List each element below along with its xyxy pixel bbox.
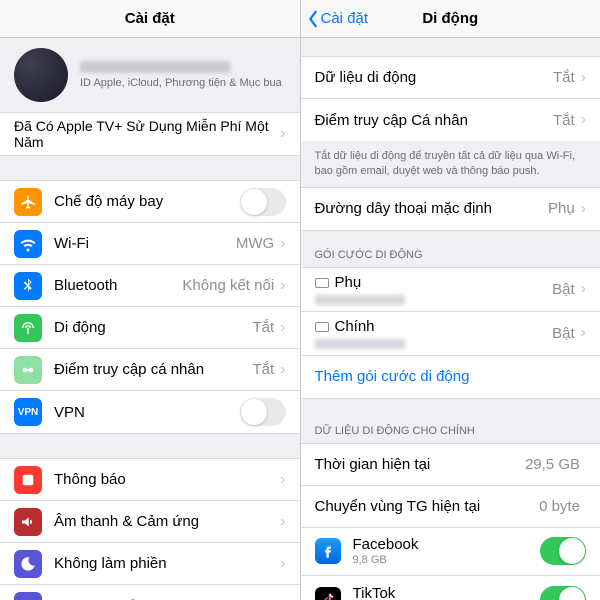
app-usage-facebook-row[interactable]: Facebook 9,8 GB: [301, 528, 600, 576]
bluetooth-value: Không kết nối: [182, 277, 274, 294]
tiktok-toggle[interactable]: [540, 586, 586, 600]
hotspot-icon: [14, 356, 42, 384]
settings-root-pane: Cài đặt ID Apple, iCloud, Phương tiện & …: [0, 0, 301, 600]
hourglass-icon: [14, 592, 42, 600]
bluetooth-row[interactable]: Bluetooth Không kết nối ›: [0, 265, 300, 307]
notifications-icon: [14, 466, 42, 494]
cellular-row[interactable]: Di động Tắt ›: [0, 307, 300, 349]
chevron-right-icon: ›: [280, 235, 285, 253]
airplane-toggle[interactable]: [240, 188, 286, 216]
chevron-right-icon: ›: [581, 111, 586, 129]
sim-icon: [315, 278, 329, 288]
cellular-data-row[interactable]: Dữ liệu di động Tắt ›: [301, 57, 600, 99]
cellular-footnote: Tắt dữ liệu di động để truyền tất cả dữ …: [301, 141, 600, 187]
tiktok-icon: [315, 587, 341, 600]
dnd-row[interactable]: Không làm phiền ›: [0, 543, 300, 585]
personal-hotspot-row[interactable]: Điểm truy cập Cá nhân Tắt ›: [301, 99, 600, 141]
appletv-promo-row[interactable]: Đã Có Apple TV+ Sử Dụng Miễn Phí Một Năm…: [0, 113, 300, 155]
chevron-right-icon: ›: [581, 324, 586, 342]
app-usage-tiktok-row[interactable]: TikTok 4,4 GB: [301, 576, 600, 600]
plans-section-title: GÓI CƯỚC DI ĐỘNG: [301, 231, 600, 267]
back-label: Cài đặt: [321, 10, 369, 27]
screentime-row[interactable]: Thời gian sử dụng ›: [0, 585, 300, 600]
sounds-row[interactable]: Âm thanh & Cảm ứng ›: [0, 501, 300, 543]
notifications-row[interactable]: Thông báo ›: [0, 459, 300, 501]
wifi-value: MWG: [236, 235, 274, 252]
chevron-right-icon: ›: [280, 319, 285, 337]
cellular-detail-pane: Cài đặt Di động Dữ liệu di động Tắt › Đi…: [301, 0, 600, 600]
current-period-row: Thời gian hiện tại 29,5 GB: [301, 444, 600, 486]
apple-id-row[interactable]: ID Apple, iCloud, Phương tiện & Mục bua: [0, 38, 300, 112]
plan-carrier-redacted: [315, 295, 405, 305]
chevron-right-icon: ›: [581, 200, 586, 218]
facebook-icon: [315, 538, 341, 564]
back-button[interactable]: Cài đặt: [307, 10, 369, 28]
right-header: Cài đặt Di động: [301, 0, 600, 38]
cellular-value: Tắt: [252, 319, 274, 336]
chevron-right-icon: ›: [280, 513, 285, 531]
plan-carrier-redacted: [315, 339, 405, 349]
chevron-right-icon: ›: [280, 361, 285, 379]
sim-icon: [315, 322, 329, 332]
roaming-period-row: Chuyển vùng TG hiện tại 0 byte: [301, 486, 600, 528]
vpn-toggle[interactable]: [240, 398, 286, 426]
wifi-row[interactable]: Wi-Fi MWG ›: [0, 223, 300, 265]
left-header: Cài đặt: [0, 0, 300, 38]
moon-icon: [14, 550, 42, 578]
add-cellular-plan-row[interactable]: Thêm gói cước di động: [301, 356, 600, 398]
facebook-toggle[interactable]: [540, 537, 586, 565]
chevron-right-icon: ›: [280, 125, 285, 143]
default-voice-line-row[interactable]: Đường dây thoại mặc định Phụ ›: [301, 188, 600, 230]
hotspot-value: Tắt: [252, 361, 274, 378]
apple-id-subtitle: ID Apple, iCloud, Phương tiện & Mục bua: [80, 77, 282, 89]
vpn-row[interactable]: VPN VPN: [0, 391, 300, 433]
airplane-icon: [14, 188, 42, 216]
plan-primary-row[interactable]: Chính Bật ›: [301, 312, 600, 356]
apple-id-name: [80, 61, 230, 73]
wifi-icon: [14, 230, 42, 258]
bluetooth-icon: [14, 272, 42, 300]
left-title: Cài đặt: [125, 10, 175, 27]
chevron-right-icon: ›: [581, 69, 586, 87]
hotspot-row[interactable]: Điểm truy cập cá nhân Tắt ›: [0, 349, 300, 391]
avatar: [14, 48, 68, 102]
chevron-right-icon: ›: [280, 277, 285, 295]
usage-section-title: DỮ LIỆU DI ĐỘNG CHO CHÍNH: [301, 399, 600, 443]
plan-secondary-row[interactable]: Phụ Bật ›: [301, 268, 600, 312]
right-title: Di động: [422, 10, 478, 27]
chevron-right-icon: ›: [280, 471, 285, 489]
airplane-mode-row[interactable]: Chế độ máy bay: [0, 181, 300, 223]
cellular-icon: [14, 314, 42, 342]
chevron-right-icon: ›: [280, 555, 285, 573]
vpn-icon: VPN: [14, 398, 42, 426]
chevron-right-icon: ›: [581, 280, 586, 298]
sounds-icon: [14, 508, 42, 536]
